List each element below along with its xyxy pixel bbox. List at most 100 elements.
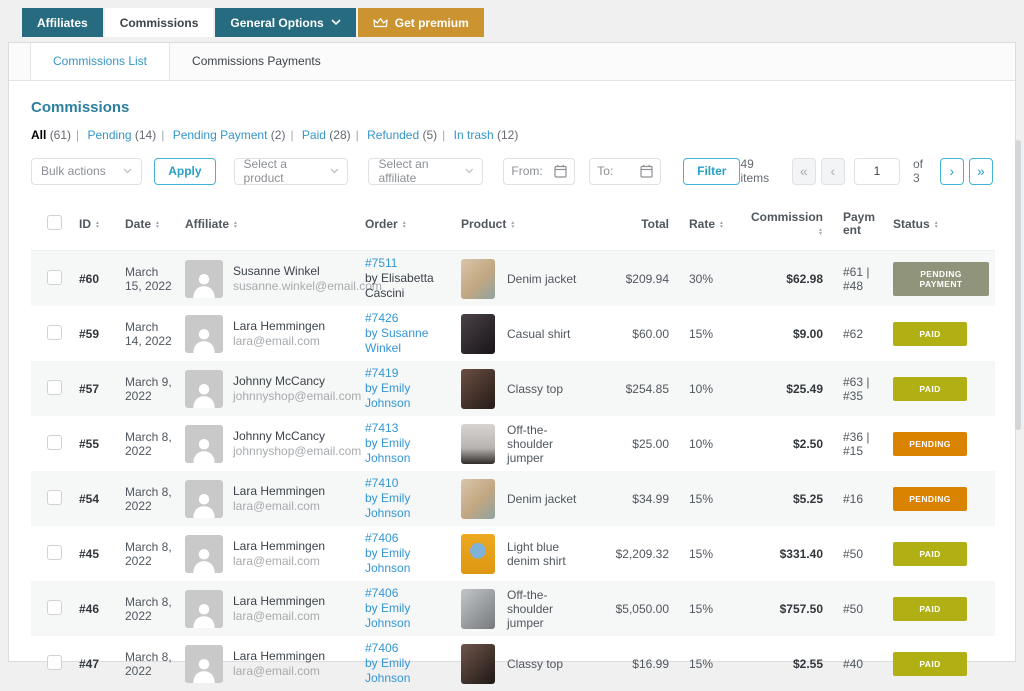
view-separator: | [442, 128, 445, 142]
affiliate-name: Lara Hemmingen [233, 484, 325, 499]
commission-id: #46 [73, 581, 119, 636]
subtab-commissions-list[interactable]: Commissions List [30, 43, 170, 80]
product-name: Denim jacket [507, 492, 576, 506]
affiliate-name: Lara Hemmingen [233, 539, 325, 554]
header-status[interactable]: Status [887, 198, 995, 251]
subtab-commissions-payments[interactable]: Commissions Payments [170, 43, 343, 80]
status-badge: PAID [893, 322, 967, 346]
tab-affiliates[interactable]: Affiliates [22, 8, 103, 37]
table-header-row: ID Date Affiliate Order Product Total Ra… [31, 198, 995, 251]
commission-id: #55 [73, 416, 119, 471]
last-page-button[interactable]: » [969, 158, 993, 185]
row-checkbox[interactable] [47, 655, 62, 670]
view-pending[interactable]: Pending [88, 128, 132, 142]
header-product[interactable]: Product [455, 198, 595, 251]
prev-page-button[interactable]: ‹ [821, 158, 845, 185]
header-rate[interactable]: Rate [683, 198, 745, 251]
tab-general-options[interactable]: General Options [215, 8, 355, 37]
date-from-input[interactable] [511, 164, 553, 178]
commissions-table: ID Date Affiliate Order Product Total Ra… [31, 198, 995, 691]
order-link[interactable]: #7426 [365, 311, 449, 326]
affiliate-email: johnnyshop@email.com [233, 389, 361, 404]
filter-button[interactable]: Filter [683, 158, 740, 185]
commission-id: #47 [73, 636, 119, 691]
current-page-input[interactable] [854, 158, 900, 185]
bulk-actions-select[interactable]: Bulk actions [31, 158, 142, 185]
tab-general-options-label: General Options [230, 16, 323, 30]
commission-id: #54 [73, 471, 119, 526]
tab-commissions[interactable]: Commissions [105, 8, 214, 37]
table-row: #46 March 8, 2022 Lara Hemmingen lara@em… [31, 581, 995, 636]
commission-amount: $5.25 [745, 471, 837, 526]
order-link[interactable]: #7406 [365, 586, 449, 601]
row-checkbox[interactable] [47, 380, 62, 395]
header-payment: Payment [837, 198, 887, 251]
status-badge: PAID [893, 377, 967, 401]
order-link[interactable]: #7410 [365, 476, 449, 491]
product-thumbnail [461, 259, 495, 299]
affiliate-email: lara@email.com [233, 664, 325, 679]
order-total: $2,209.32 [595, 526, 683, 581]
view-all-count: (61) [50, 128, 71, 142]
next-page-button[interactable]: › [940, 158, 964, 185]
page-scrollbar[interactable] [1015, 140, 1021, 430]
row-checkbox[interactable] [47, 545, 62, 560]
avatar [185, 645, 223, 683]
get-premium-button[interactable]: Get premium [358, 8, 484, 37]
row-checkbox[interactable] [47, 435, 62, 450]
payment-ids: #63 | #35 [837, 361, 887, 416]
view-all[interactable]: All [31, 128, 46, 142]
order-link[interactable]: #7419 [365, 366, 449, 381]
order-link[interactable]: #7511 [365, 256, 449, 271]
view-in-trash[interactable]: In trash [454, 128, 494, 142]
header-date[interactable]: Date [119, 198, 179, 251]
payment-ids: #36 | #15 [837, 416, 887, 471]
header-id[interactable]: ID [73, 198, 119, 251]
commission-amount: $2.55 [745, 636, 837, 691]
header-order[interactable]: Order [359, 198, 455, 251]
first-page-button[interactable]: « [792, 158, 816, 185]
commission-amount: $9.00 [745, 306, 837, 361]
payment-ids: #16 [837, 471, 887, 526]
affiliate-select[interactable]: Select an affiliate [368, 158, 483, 185]
commission-amount: $62.98 [745, 251, 837, 307]
main-panel: Commissions List Commissions Payments Co… [8, 42, 1016, 662]
header-affiliate[interactable]: Affiliate [179, 198, 359, 251]
product-thumbnail [461, 314, 495, 354]
row-checkbox[interactable] [47, 270, 62, 285]
order-total: $25.00 [595, 416, 683, 471]
commission-id: #57 [73, 361, 119, 416]
payment-ids: #61 | #48 [837, 251, 887, 307]
date-to-input[interactable] [597, 164, 639, 178]
order-link[interactable]: #7413 [365, 421, 449, 436]
view-pending-payment[interactable]: Pending Payment [173, 128, 268, 142]
chevron-down-icon [465, 168, 474, 174]
apply-button[interactable]: Apply [154, 158, 215, 185]
order-link[interactable]: #7406 [365, 641, 449, 656]
sort-icon [818, 228, 823, 236]
view-refunded[interactable]: Refunded [367, 128, 419, 142]
table-row: #54 March 8, 2022 Lara Hemmingen lara@em… [31, 471, 995, 526]
product-name: Off-the-shoulder jumper [507, 423, 589, 465]
order-customer: by Emily Johnson [365, 546, 410, 575]
commission-amount: $2.50 [745, 416, 837, 471]
product-select[interactable]: Select a product [234, 158, 349, 185]
view-paid[interactable]: Paid [302, 128, 326, 142]
row-checkbox[interactable] [47, 325, 62, 340]
items-count: 49 items [740, 157, 780, 185]
commission-amount: $25.49 [745, 361, 837, 416]
commission-rate: 15% [683, 306, 745, 361]
row-checkbox[interactable] [47, 600, 62, 615]
order-link[interactable]: #7406 [365, 531, 449, 546]
date-from-field[interactable] [503, 158, 575, 185]
date-to-field[interactable] [589, 158, 661, 185]
sort-icon [402, 221, 407, 229]
select-all-checkbox[interactable] [47, 215, 62, 230]
header-commission[interactable]: Commission [745, 198, 837, 251]
commission-amount: $757.50 [745, 581, 837, 636]
affiliate-email: lara@email.com [233, 609, 325, 624]
order-total: $209.94 [595, 251, 683, 307]
status-view-links: All (61)| Pending (14)| Pending Payment … [31, 128, 993, 142]
product-name: Light blue denim shirt [507, 540, 589, 568]
row-checkbox[interactable] [47, 490, 62, 505]
